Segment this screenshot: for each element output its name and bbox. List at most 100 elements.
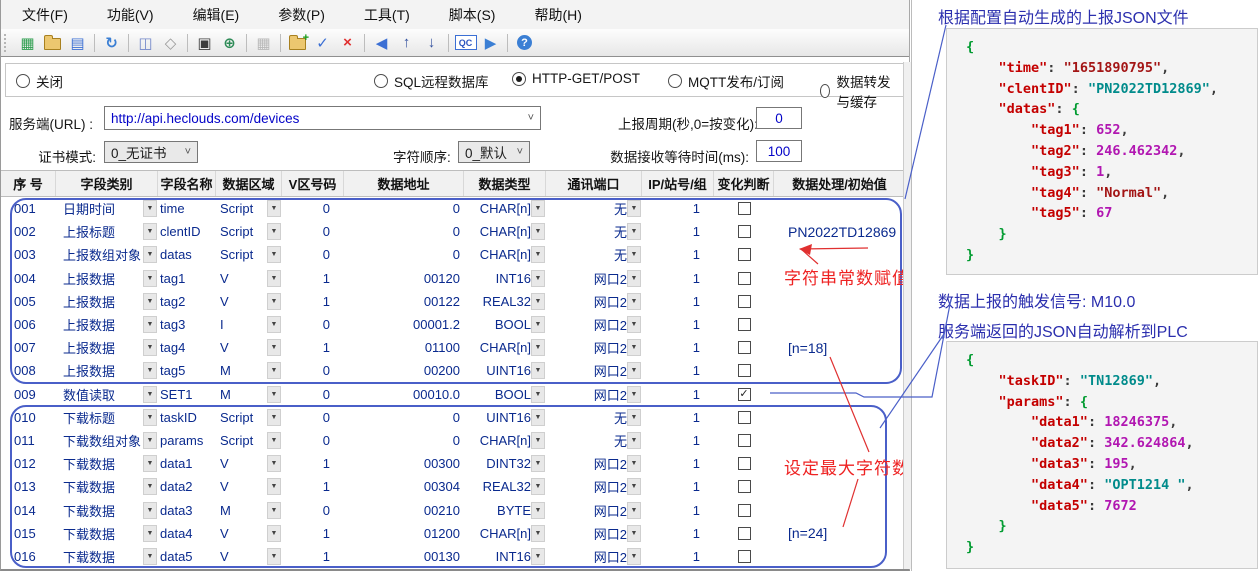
table-icon[interactable]: ▦ bbox=[251, 32, 276, 54]
help-icon: ? bbox=[517, 35, 532, 50]
down-arrow-icon[interactable]: ↓ bbox=[419, 32, 444, 54]
json-token: 342.624864 bbox=[1104, 435, 1185, 451]
json-token bbox=[966, 226, 999, 242]
plug-icon[interactable]: ◇ bbox=[158, 32, 183, 54]
cell-data-area[interactable]: M▼ bbox=[216, 383, 282, 406]
json-token bbox=[966, 60, 999, 76]
menu-item-s[interactable]: 脚本(S) bbox=[436, 1, 509, 29]
radio-icon[interactable] bbox=[512, 72, 526, 86]
json-token: , bbox=[1161, 60, 1169, 76]
json-token bbox=[966, 205, 1031, 221]
server-url-label: 服务端(URL) : bbox=[9, 113, 93, 133]
dropdown-arrow-icon[interactable]: ▼ bbox=[267, 386, 281, 403]
mode-radio-httpgetpost[interactable]: HTTP-GET/POST bbox=[512, 71, 640, 86]
json-code-line: } bbox=[966, 224, 1253, 245]
column-header[interactable]: 数据类型 bbox=[464, 171, 546, 196]
json-token: : bbox=[1047, 60, 1063, 76]
help-icon[interactable]: ? bbox=[512, 32, 537, 54]
folder-add-icon bbox=[289, 38, 306, 50]
menu-item-t[interactable]: 工具(T) bbox=[351, 1, 423, 29]
mode-radio-sql[interactable]: SQL远程数据库 bbox=[374, 71, 489, 91]
folder-add-icon[interactable] bbox=[285, 32, 310, 54]
json-token: , bbox=[1120, 122, 1128, 138]
cell-station[interactable]: 1 bbox=[642, 383, 714, 406]
cell-comm-port[interactable]: 网口2▼ bbox=[546, 383, 642, 406]
column-header[interactable]: 数据地址 bbox=[344, 171, 464, 196]
dropdown-arrow-icon[interactable]: ▼ bbox=[531, 386, 545, 403]
menu-item-v[interactable]: 功能(V) bbox=[94, 1, 167, 29]
cell-data-address[interactable]: 00010.0 bbox=[344, 383, 464, 406]
column-header[interactable]: 数据处理/初始值 bbox=[774, 171, 906, 196]
toolbar-grip[interactable] bbox=[4, 34, 11, 52]
dropdown-arrow-icon[interactable]: ▼ bbox=[143, 386, 157, 403]
monitor-edit-icon[interactable]: ▣ bbox=[192, 32, 217, 54]
json-token: : bbox=[1088, 414, 1104, 430]
mode-radio-mqtt[interactable]: MQTT发布/订阅 bbox=[668, 71, 784, 91]
chevron-down-icon[interactable]: ˅ bbox=[517, 146, 523, 158]
globe-icon[interactable]: ⊕ bbox=[217, 32, 242, 54]
toolbar-separator bbox=[364, 34, 365, 52]
column-header[interactable]: V区号码 bbox=[282, 171, 344, 196]
mode-radio-label: 关闭 bbox=[36, 71, 63, 91]
cert-mode-select[interactable]: 0_无证书 ˅ bbox=[104, 141, 198, 163]
menu-item-e[interactable]: 编辑(E) bbox=[180, 1, 253, 29]
json-token: } bbox=[966, 539, 974, 555]
right-annotation-panel: 根据配置自动生成的上报JSON文件 { "time": "1651890795"… bbox=[911, 0, 1260, 571]
cell-data-type[interactable]: BOOL▼ bbox=[464, 383, 546, 406]
apply-check-icon[interactable]: ✓ bbox=[310, 32, 335, 54]
save-icon[interactable]: ▤ bbox=[65, 32, 90, 54]
json-token: , bbox=[1185, 435, 1193, 451]
json-token: , bbox=[1210, 81, 1218, 97]
delete-x-icon[interactable]: × bbox=[335, 32, 360, 54]
up-arrow-icon[interactable]: ↑ bbox=[394, 32, 419, 54]
sitemap-icon[interactable]: ◫ bbox=[133, 32, 158, 54]
radio-icon[interactable] bbox=[668, 74, 682, 88]
change-checkbox[interactable] bbox=[738, 388, 751, 401]
json-code-line: "params": { bbox=[966, 392, 1253, 413]
radio-icon[interactable] bbox=[820, 84, 830, 98]
json-code-line: "data2": 342.624864, bbox=[966, 433, 1253, 454]
column-header[interactable]: 字段名称 bbox=[158, 171, 216, 196]
cell-field-name[interactable]: SET1 bbox=[158, 383, 216, 406]
json-token: : bbox=[1080, 164, 1096, 180]
json-token: "data5" bbox=[1031, 498, 1088, 514]
json-token: , bbox=[1185, 477, 1193, 493]
json-token: 246.462342 bbox=[1096, 143, 1177, 159]
column-header[interactable]: IP/站号/组 bbox=[642, 171, 714, 196]
refresh-icon[interactable]: ↻ bbox=[99, 32, 124, 54]
chevron-down-icon[interactable]: ˅ bbox=[528, 112, 534, 124]
char-order-select[interactable]: 0_默认 ˅ bbox=[458, 141, 530, 163]
cell-v-number[interactable]: 0 bbox=[282, 383, 344, 406]
radio-icon[interactable] bbox=[16, 74, 30, 88]
main-window: 文件(F) 功能(V) 编辑(E) 参数(P) 工具(T) 脚本(S) 帮助(H) ▦ ▤ ↻ ◫… bbox=[0, 0, 910, 571]
menu-item-p[interactable]: 参数(P) bbox=[265, 1, 338, 29]
json-code-line: "time": "1651890795", bbox=[966, 58, 1253, 79]
cell-category[interactable]: 数值读取▼ bbox=[56, 383, 158, 406]
open-folder-icon[interactable] bbox=[40, 32, 65, 54]
menu-item-h[interactable]: 帮助(H) bbox=[521, 1, 594, 29]
column-header[interactable]: 通讯端口 bbox=[546, 171, 642, 196]
report-period-input[interactable]: 0 bbox=[756, 107, 802, 129]
server-url-combo[interactable]: http://api.heclouds.com/devices ˅ bbox=[104, 106, 541, 130]
radio-icon[interactable] bbox=[374, 74, 388, 88]
json-token bbox=[966, 101, 999, 117]
prev-arrow-icon[interactable]: ◀ bbox=[369, 32, 394, 54]
run-play-icon[interactable]: ▶ bbox=[478, 32, 503, 54]
qc-icon[interactable]: QC bbox=[453, 32, 478, 54]
chevron-down-icon[interactable]: ˅ bbox=[185, 146, 191, 158]
json-token bbox=[966, 394, 999, 410]
dropdown-arrow-icon[interactable]: ▼ bbox=[627, 386, 641, 403]
column-header[interactable]: 字段类别 bbox=[56, 171, 158, 196]
connect-icon[interactable]: ▦ bbox=[15, 32, 40, 54]
menu-item-f[interactable]: 文件(F) bbox=[9, 1, 81, 29]
mode-radio-bar: 关闭SQL远程数据库HTTP-GET/POSTMQTT发布/订阅数据转发与缓存 bbox=[5, 63, 904, 97]
mode-radio-close[interactable]: 关闭 bbox=[16, 71, 63, 91]
column-header[interactable]: 数据区域 bbox=[216, 171, 282, 196]
cell-init-value[interactable] bbox=[774, 383, 906, 406]
toolbar-separator bbox=[507, 34, 508, 52]
menu-bar: 文件(F) 功能(V) 编辑(E) 参数(P) 工具(T) 脚本(S) 帮助(H) bbox=[1, 0, 909, 29]
column-header[interactable]: 变化判断 bbox=[714, 171, 774, 196]
column-header[interactable]: 序 号 bbox=[1, 171, 56, 196]
recv-wait-input[interactable]: 100 bbox=[756, 140, 802, 162]
window-splitter[interactable] bbox=[903, 62, 911, 569]
